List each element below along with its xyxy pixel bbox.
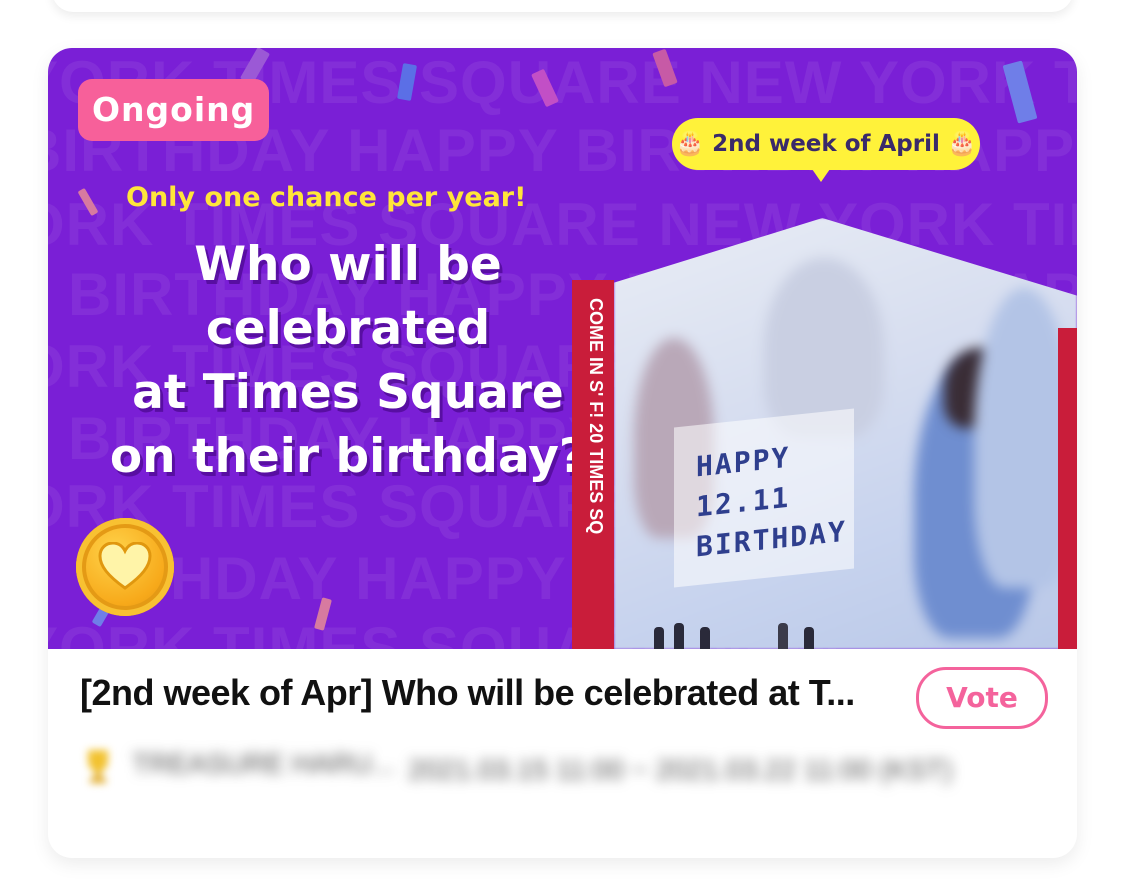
crowd-figure <box>804 627 814 649</box>
billboard-side-panel <box>1058 328 1077 649</box>
crowd-figure <box>700 627 710 649</box>
billboard-side-text: COME IN S' F! 20 TIMES SQ <box>586 298 606 535</box>
heart-coin-icon <box>76 518 174 616</box>
headline: Who will be celebrated at Times Square o… <box>88 233 608 489</box>
tagline: Only one chance per year! <box>126 182 527 213</box>
headline-line: on their birthday? <box>109 429 587 484</box>
vote-event-card[interactable]: YORK TIMES SQUARE NEW YORK TIMES SQUARE … <box>48 48 1077 858</box>
headline-line: at Times Square <box>132 365 564 420</box>
trophy-icon <box>84 748 112 784</box>
event-title[interactable]: [2nd week of Apr] Who will be celebrated… <box>80 672 900 714</box>
crowd-figure <box>674 623 684 649</box>
status-badge: Ongoing <box>78 79 270 141</box>
crowd-figure <box>654 627 664 649</box>
vote-period: 2021.03.15 11:00 ~ 2021.03.22 11:00 (KST… <box>408 754 953 785</box>
times-square-billboard: COME IN S' F! 20 TIMES SQ HAPPY 12.11 BI… <box>568 218 1077 649</box>
headline-line: Who will be <box>194 237 502 292</box>
previous-card-edge <box>52 0 1073 12</box>
heart-icon <box>98 542 152 590</box>
vote-button[interactable]: Vote <box>916 667 1048 729</box>
crowd-figure <box>778 623 788 649</box>
week-badge: 🎂 2nd week of April 🎂 <box>672 118 980 182</box>
winner-name: TREASURE HARU... <box>132 748 395 779</box>
event-banner[interactable]: YORK TIMES SQUARE NEW YORK TIMES SQUARE … <box>48 48 1077 649</box>
headline-line: celebrated <box>205 301 491 356</box>
